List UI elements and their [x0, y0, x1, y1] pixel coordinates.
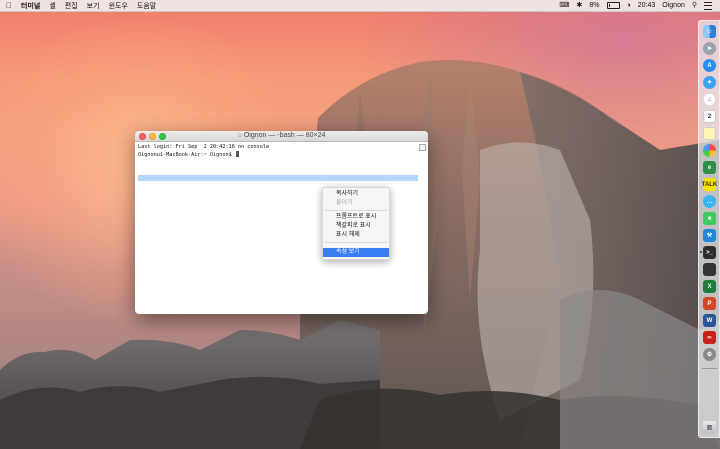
photos-icon[interactable]: [703, 144, 716, 157]
context-menu: 복사하기 붙이기 프롬프트로 표시 책갈피로 표시 표시 해제 속성 보기: [322, 187, 390, 260]
text-cursor: [235, 150, 239, 157]
launchpad-icon[interactable]: ➤: [703, 42, 716, 55]
trash-icon[interactable]: ▥: [703, 421, 716, 434]
menu-separator: [325, 210, 387, 211]
excel-icon[interactable]: X: [703, 280, 716, 293]
acrobat-icon[interactable]: ∞: [703, 331, 716, 344]
terminal-line: Oignonui-MacBook-Air:~ Oignon$: [138, 150, 425, 159]
menu-item-copy[interactable]: 복사하기: [323, 190, 389, 199]
activity-icon[interactable]: [703, 263, 716, 276]
menu-item-shell[interactable]: 셸: [49, 1, 55, 11]
menu-separator: [325, 242, 387, 243]
notes-icon[interactable]: [703, 127, 716, 140]
running-indicator: [700, 251, 702, 253]
finder-icon[interactable]: ☺: [703, 25, 716, 38]
menu-app-name[interactable]: 터미널: [21, 1, 40, 11]
dock-separator: [702, 368, 717, 369]
facetime-icon[interactable]: ■: [703, 212, 716, 225]
calendar-day: 2: [707, 113, 712, 120]
wifi-icon[interactable]: ◑: [627, 2, 631, 9]
powerpoint-icon[interactable]: P: [703, 297, 716, 310]
menu-item-mark-bookmark[interactable]: 책갈피로 표시: [323, 222, 389, 231]
window-title: ⌂ Oignon — -bash — 80×24: [135, 132, 428, 139]
kakaotalk-icon[interactable]: TALK: [702, 178, 717, 191]
menu-user[interactable]: Oignon: [662, 2, 685, 9]
menu-bar:  터미널 셸 편집 보기 윈도우 도움말 ⌨ ✱ 8% ◑ 20:43 Oig…: [0, 0, 720, 12]
bluetooth-icon[interactable]: ✱: [577, 2, 583, 9]
notification-center-icon[interactable]: [704, 1, 712, 10]
menu-item-edit[interactable]: 편집: [65, 1, 78, 11]
terminal-title-bar[interactable]: ⌂ Oignon — -bash — 80×24: [135, 131, 428, 142]
spotlight-icon[interactable]: ⚲: [692, 2, 697, 9]
menu-item-unmark[interactable]: 표시 해제: [323, 231, 389, 240]
terminal-icon[interactable]: >_: [703, 246, 716, 259]
keyboard-icon[interactable]: ⌨: [559, 2, 569, 9]
apple-menu-icon[interactable]: : [6, 1, 12, 10]
menu-item-help[interactable]: 도움말: [137, 1, 156, 11]
evernote-icon[interactable]: e: [703, 161, 716, 174]
xcode-icon[interactable]: ⚒: [703, 229, 716, 242]
battery-icon[interactable]: [606, 2, 620, 9]
appstore-icon[interactable]: A: [703, 59, 716, 72]
menu-item-paste[interactable]: 붙이기: [323, 199, 389, 208]
selected-text-highlight: [138, 175, 418, 181]
split-view-button[interactable]: [419, 144, 426, 151]
system-preferences-icon[interactable]: ⚙: [703, 348, 716, 361]
word-icon[interactable]: W: [703, 314, 716, 327]
terminal-line: Last login: Fri Sep 2 20:42:16 on consol…: [138, 144, 270, 150]
safari-icon[interactable]: ✦: [703, 76, 716, 89]
window-title-text: Oignon — -bash — 80×24: [243, 132, 326, 139]
menu-clock[interactable]: 20:43: [638, 2, 656, 9]
itunes-icon[interactable]: ♫: [703, 93, 716, 106]
terminal-prompt: Oignonui-MacBook-Air:~ Oignon$: [138, 151, 235, 158]
menu-item-mark-prompt[interactable]: 프롬프트로 표시: [323, 213, 389, 222]
dock: ☺ ➤ A ✦ ♫ 2 e TALK … ■ ⚒ >_ X P W ∞ ⚙ ▥: [698, 20, 720, 438]
menu-item-show-inspector[interactable]: 속성 보기: [323, 248, 389, 257]
calendar-icon[interactable]: 2: [703, 110, 716, 123]
home-folder-icon: ⌂: [237, 132, 242, 139]
messages-icon[interactable]: …: [703, 195, 716, 208]
battery-percent[interactable]: 8%: [589, 2, 599, 9]
menu-item-view[interactable]: 보기: [87, 1, 100, 11]
menu-item-window[interactable]: 윈도우: [109, 1, 128, 11]
